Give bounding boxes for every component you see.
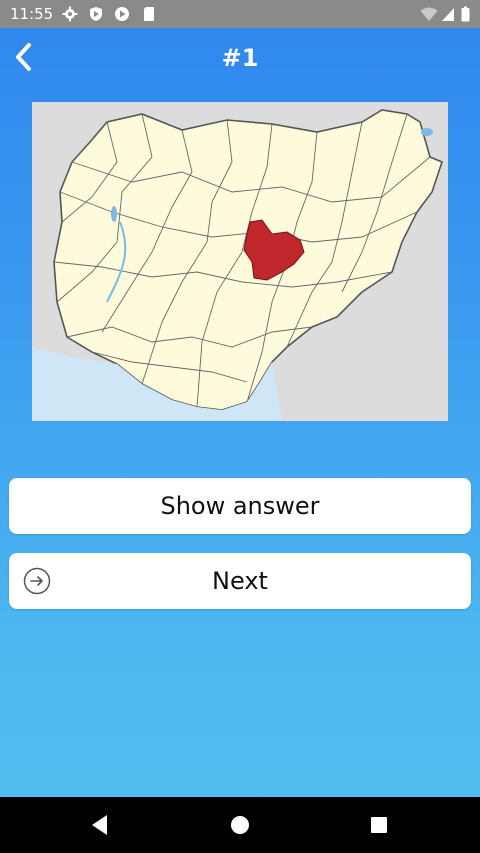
shield-icon xyxy=(90,7,102,21)
status-bar: 11:55 xyxy=(0,0,480,28)
page-title: #1 xyxy=(221,44,259,72)
arrow-right-circle-icon xyxy=(23,567,51,595)
nigeria-map-image xyxy=(32,102,448,421)
home-circle-icon[interactable] xyxy=(229,813,251,837)
battery-icon xyxy=(461,6,470,22)
show-answer-label: Show answer xyxy=(160,492,320,520)
play-icon xyxy=(115,7,129,21)
system-nav-bar xyxy=(0,797,480,853)
signal-icon xyxy=(442,8,454,21)
sd-card-icon xyxy=(144,7,154,21)
recents-square-icon[interactable] xyxy=(369,813,389,837)
back-triangle-icon[interactable] xyxy=(90,813,108,837)
map-illustration xyxy=(32,102,448,421)
next-button[interactable]: Next xyxy=(9,553,471,609)
show-answer-button[interactable]: Show answer xyxy=(9,478,471,534)
wifi-icon xyxy=(420,7,438,21)
settings-icon xyxy=(62,6,78,22)
next-label: Next xyxy=(212,567,268,595)
app-bar: #1 xyxy=(0,28,480,88)
status-time: 11:55 xyxy=(10,5,54,23)
